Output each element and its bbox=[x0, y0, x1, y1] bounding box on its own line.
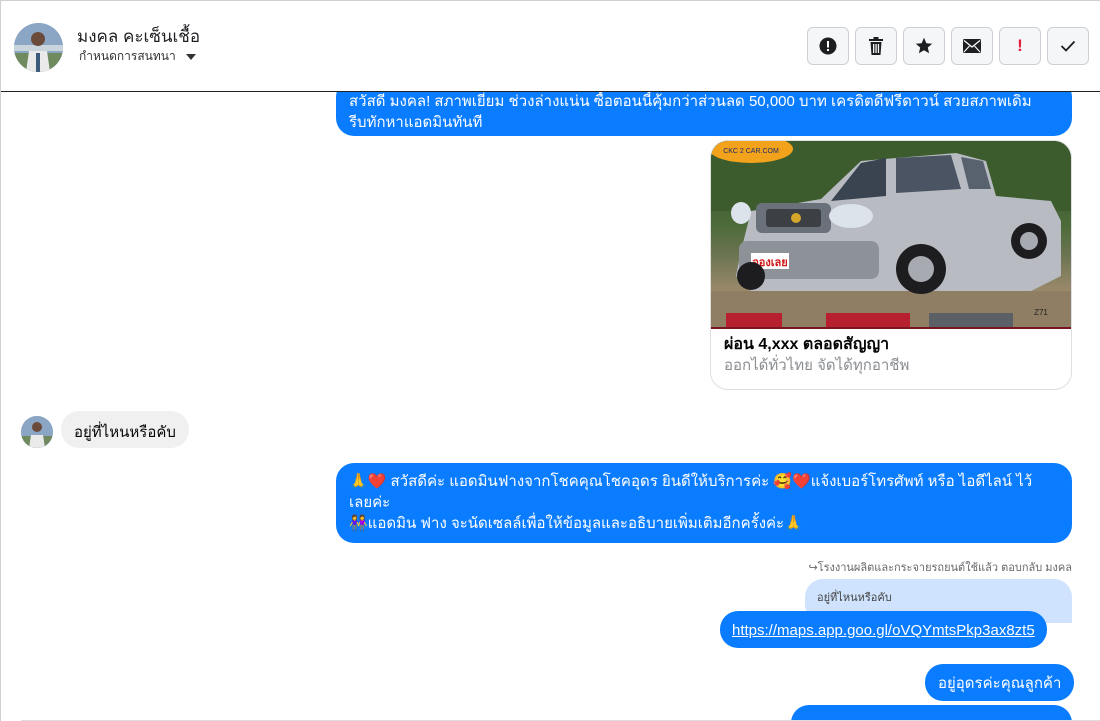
promo-card[interactable]: CKC 2 CAR.COM จองเลย Z71 ผ่อน 4,xxx ตลอด… bbox=[710, 140, 1072, 390]
star-icon bbox=[915, 37, 933, 54]
envelope-icon bbox=[963, 39, 981, 53]
card-subtitle: ออกได้ทั่วไทย จัดได้ทุกอาชีพ bbox=[724, 357, 910, 374]
contact-name[interactable]: มงคล คะเซ็นเชื้อ bbox=[77, 23, 200, 50]
pickup-truck-image: CKC 2 CAR.COM จองเลย Z71 bbox=[711, 141, 1071, 329]
message-text: 👭แอดมิน ฟาง จะนัดเซลล์เพื่อให้ข้อมูลและอ… bbox=[349, 515, 803, 532]
person-avatar-icon bbox=[21, 416, 53, 448]
message-text: สวัสดี มงคล! สภาพเยี่ยม ช่วงล่างแน่น ซื้… bbox=[349, 93, 1032, 110]
model-text: Z71 bbox=[1034, 308, 1048, 317]
conversation-toolbar: ! bbox=[807, 27, 1089, 65]
assign-label: กำหนดการสนทนา bbox=[79, 49, 176, 63]
follow-up-button[interactable]: ! bbox=[999, 27, 1041, 65]
contact-avatar[interactable] bbox=[14, 23, 63, 72]
reply-indicator: ↪โรงงานผลิตและกระจายรถยนต์ใช้แล้ว ตอบกลั… bbox=[808, 562, 1072, 574]
outgoing-message[interactable]: 🙏❤️ สวัสดีค่ะ แอดมินฟางจากโชคคุณโชคอุดร … bbox=[336, 463, 1072, 543]
message-text: เลยค่ะ bbox=[349, 494, 391, 511]
message-text: รีบทักหาแอดมินทันที bbox=[349, 114, 483, 131]
person-avatar-icon bbox=[14, 23, 63, 72]
alert-circle-icon bbox=[819, 37, 837, 55]
outgoing-message[interactable]: https://maps.app.goo.gl/oVQYmtsPkp3ax8zt… bbox=[720, 611, 1047, 648]
logo-text: CKC 2 CAR.COM bbox=[723, 148, 779, 155]
conversation-panel: สวัสดี มงคล! สภาพเยี่ยม ช่วงล่างแน่น ซื้… bbox=[0, 0, 1100, 721]
message-thread[interactable]: สวัสดี มงคล! สภาพเยี่ยม ช่วงล่างแน่น ซื้… bbox=[1, 1, 1100, 721]
message-text: อยู่ที่ไหนหรือคับ bbox=[74, 424, 176, 441]
exclamation-icon: ! bbox=[1017, 36, 1023, 55]
map-link[interactable]: https://maps.app.goo.gl/oVQYmtsPkp3ax8zt… bbox=[732, 622, 1035, 639]
conversation-header: มงคล คะเซ็นเชื้อ กำหนดการสนทนา ! bbox=[1, 1, 1100, 92]
mark-done-button[interactable] bbox=[1047, 27, 1089, 65]
message-text: 🙏❤️ สวัสดีค่ะ แอดมินฟางจากโชคคุณโชคอุดร … bbox=[349, 473, 1033, 490]
car-image[interactable]: CKC 2 CAR.COM จองเลย Z71 bbox=[711, 141, 1071, 329]
message-text: อยู่อุดรค่ะคุณลูกค้า bbox=[938, 675, 1062, 692]
delete-button[interactable] bbox=[855, 27, 897, 65]
outgoing-message-partial[interactable] bbox=[791, 705, 1072, 721]
outgoing-message[interactable]: อยู่อุดรค่ะคุณลูกค้า bbox=[925, 664, 1075, 701]
trash-icon bbox=[869, 37, 883, 55]
contact-avatar-small[interactable] bbox=[21, 416, 53, 448]
mark-unread-button[interactable] bbox=[951, 27, 993, 65]
report-spam-button[interactable] bbox=[807, 27, 849, 65]
incoming-message[interactable]: อยู่ที่ไหนหรือคับ bbox=[61, 411, 189, 448]
caret-down-icon bbox=[185, 53, 196, 60]
star-button[interactable] bbox=[903, 27, 945, 65]
assign-conversation-dropdown[interactable]: กำหนดการสนทนา bbox=[79, 47, 196, 66]
check-icon bbox=[1060, 40, 1076, 52]
